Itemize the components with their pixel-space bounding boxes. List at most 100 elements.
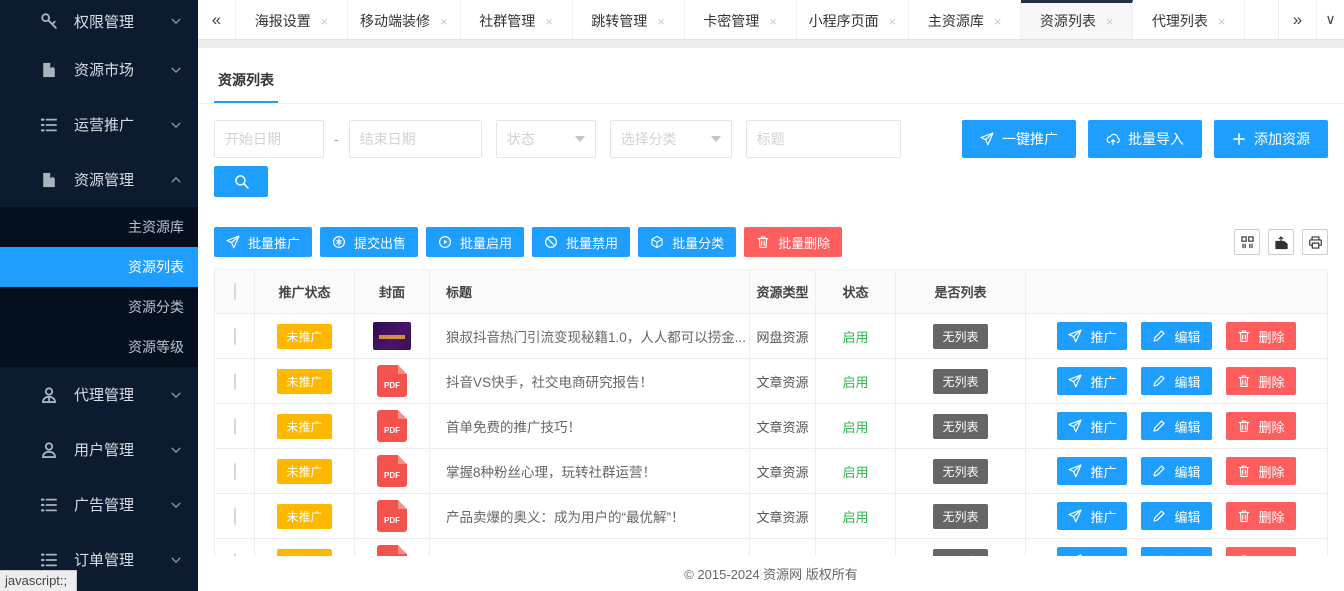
row-promote-button[interactable]: 推广 bbox=[1057, 457, 1127, 485]
button-label: 批量启用 bbox=[460, 233, 512, 252]
tab[interactable]: 社群管理 × bbox=[461, 0, 573, 39]
tab-label: 跳转管理 bbox=[591, 11, 647, 31]
cover-thumbnail[interactable]: PDF bbox=[373, 322, 411, 350]
tab-close-icon[interactable]: × bbox=[440, 14, 448, 29]
row-edit-button[interactable]: 编辑 bbox=[1141, 412, 1211, 440]
tabs-scroll-left-button[interactable]: « bbox=[198, 0, 236, 39]
start-date-input[interactable] bbox=[214, 120, 324, 158]
row-promote-button[interactable]: 推广 bbox=[1057, 547, 1127, 556]
cover-cell: PDF bbox=[355, 539, 430, 557]
button-label: 编辑 bbox=[1174, 462, 1200, 481]
row-delete-button[interactable]: 删除 bbox=[1226, 457, 1296, 485]
cover-thumbnail[interactable]: PDF bbox=[377, 500, 407, 532]
type-cell: 网盘资源 bbox=[750, 314, 816, 359]
row-checkbox[interactable] bbox=[234, 373, 236, 390]
cover-thumbnail[interactable]: PDF bbox=[377, 455, 407, 487]
tab-close-icon[interactable]: × bbox=[889, 14, 897, 29]
col-actions bbox=[1026, 270, 1328, 314]
listed-cell: 无列表 bbox=[896, 314, 1026, 359]
batch-promote-button[interactable]: 批量推广 bbox=[214, 227, 312, 257]
sidebar-item-resource-management[interactable]: 资源管理 bbox=[0, 152, 198, 207]
row-delete-button[interactable]: 删除 bbox=[1226, 502, 1296, 530]
row-checkbox[interactable] bbox=[234, 418, 236, 435]
sidebar-subitem[interactable]: 资源等级 bbox=[0, 327, 198, 367]
row-delete-button[interactable]: 删除 bbox=[1226, 322, 1296, 350]
category-select[interactable]: 选择分类 bbox=[610, 120, 732, 158]
row-checkbox[interactable] bbox=[234, 508, 236, 525]
promo-status-cell: 未推广 bbox=[255, 359, 355, 404]
batch-enable-button[interactable]: 批量启用 bbox=[426, 227, 524, 257]
tabs-menu-button[interactable]: ∨ bbox=[1316, 0, 1344, 39]
tabs-scroll-right-button[interactable]: » bbox=[1278, 0, 1316, 39]
print-button[interactable] bbox=[1302, 229, 1328, 255]
tab[interactable]: 跳转管理 × bbox=[573, 0, 685, 39]
tab-close-icon[interactable]: × bbox=[1106, 14, 1114, 29]
sidebar-subitem[interactable]: 主资源库 bbox=[0, 207, 198, 247]
tab-close-icon[interactable]: × bbox=[769, 14, 777, 29]
tab-close-icon[interactable]: × bbox=[545, 14, 553, 29]
cover-cell: PDF bbox=[355, 449, 430, 494]
export-button[interactable] bbox=[1268, 229, 1294, 255]
listed-badge: 无列表 bbox=[933, 369, 987, 394]
row-delete-button[interactable]: 删除 bbox=[1226, 547, 1296, 556]
tab[interactable]: 资源列表 × bbox=[1021, 0, 1133, 39]
add-resource-button[interactable]: 添加资源 bbox=[1214, 120, 1328, 158]
actions-cell: 推广 编辑 删除 bbox=[1026, 314, 1328, 359]
row-delete-button[interactable]: 删除 bbox=[1226, 367, 1296, 395]
list-icon bbox=[40, 551, 58, 569]
tab[interactable]: 小程序页面 × bbox=[797, 0, 910, 39]
one-key-promote-button[interactable]: 一键推广 bbox=[962, 120, 1076, 158]
row-promote-button[interactable]: 推广 bbox=[1057, 367, 1127, 395]
tab-label: 社群管理 bbox=[479, 11, 535, 31]
row-checkbox[interactable] bbox=[234, 328, 236, 345]
sidebar-subitem[interactable]: 资源列表 bbox=[0, 247, 198, 287]
card-tab-resource-list[interactable]: 资源列表 bbox=[214, 60, 278, 103]
tab-close-icon[interactable]: × bbox=[994, 14, 1002, 29]
select-all-checkbox[interactable] bbox=[234, 283, 236, 300]
row-delete-button[interactable]: 删除 bbox=[1226, 412, 1296, 440]
sidebar-item-ad-management[interactable]: 广告管理 bbox=[0, 477, 198, 532]
tab[interactable]: 移动端装修 × bbox=[348, 0, 461, 39]
row-edit-button[interactable]: 编辑 bbox=[1141, 502, 1211, 530]
status-select[interactable]: 状态 bbox=[496, 120, 596, 158]
sidebar-item-permissions[interactable]: 权限管理 bbox=[0, 0, 198, 42]
sidebar-item-user-management[interactable]: 用户管理 bbox=[0, 422, 198, 477]
sidebar-item-operation-promo[interactable]: 运营推广 bbox=[0, 97, 198, 152]
sidebar-item-agent-management[interactable]: 代理管理 bbox=[0, 367, 198, 422]
tab[interactable]: 卡密管理 × bbox=[685, 0, 797, 39]
batch-classify-button[interactable]: 批量分类 bbox=[638, 227, 736, 257]
search-button[interactable] bbox=[214, 166, 268, 197]
listed-cell: 无列表 bbox=[896, 404, 1026, 449]
tab-close-icon[interactable]: × bbox=[657, 14, 665, 29]
submit-sale-button[interactable]: 提交出售 bbox=[320, 227, 418, 257]
cover-thumbnail[interactable]: PDF bbox=[377, 410, 407, 442]
row-edit-button[interactable]: 编辑 bbox=[1141, 322, 1211, 350]
column-settings-button[interactable] bbox=[1234, 229, 1260, 255]
row-checkbox[interactable] bbox=[234, 553, 236, 557]
row-promote-button[interactable]: 推广 bbox=[1057, 502, 1127, 530]
batch-disable-button[interactable]: 批量禁用 bbox=[532, 227, 630, 257]
title-input[interactable] bbox=[746, 120, 901, 158]
cover-thumbnail[interactable]: PDF bbox=[377, 545, 407, 556]
tab[interactable]: 主资源库 × bbox=[909, 0, 1021, 39]
row-promote-button[interactable]: 推广 bbox=[1057, 412, 1127, 440]
end-date-input[interactable] bbox=[349, 120, 482, 158]
batch-delete-button[interactable]: 批量删除 bbox=[744, 227, 842, 257]
row-promote-button[interactable]: 推广 bbox=[1057, 322, 1127, 350]
promo-status-cell: 未推广 bbox=[255, 539, 355, 557]
sidebar-item-label: 用户管理 bbox=[74, 439, 170, 460]
sidebar-item-resource-market[interactable]: 资源市场 bbox=[0, 42, 198, 97]
button-label: 删除 bbox=[1259, 462, 1285, 481]
sidebar-subitem[interactable]: 资源分类 bbox=[0, 287, 198, 327]
tab[interactable]: 海报设置 × bbox=[236, 0, 348, 39]
cover-thumbnail[interactable]: PDF bbox=[377, 365, 407, 397]
tab-close-icon[interactable]: × bbox=[321, 14, 329, 29]
status-cell bbox=[816, 539, 896, 557]
tab[interactable]: 代理列表 × bbox=[1133, 0, 1245, 39]
row-edit-button[interactable]: 编辑 bbox=[1141, 457, 1211, 485]
row-edit-button[interactable]: 编辑 bbox=[1141, 547, 1211, 556]
row-checkbox[interactable] bbox=[234, 463, 236, 480]
batch-import-button[interactable]: 批量导入 bbox=[1088, 120, 1202, 158]
row-edit-button[interactable]: 编辑 bbox=[1141, 367, 1211, 395]
tab-close-icon[interactable]: × bbox=[1218, 14, 1226, 29]
